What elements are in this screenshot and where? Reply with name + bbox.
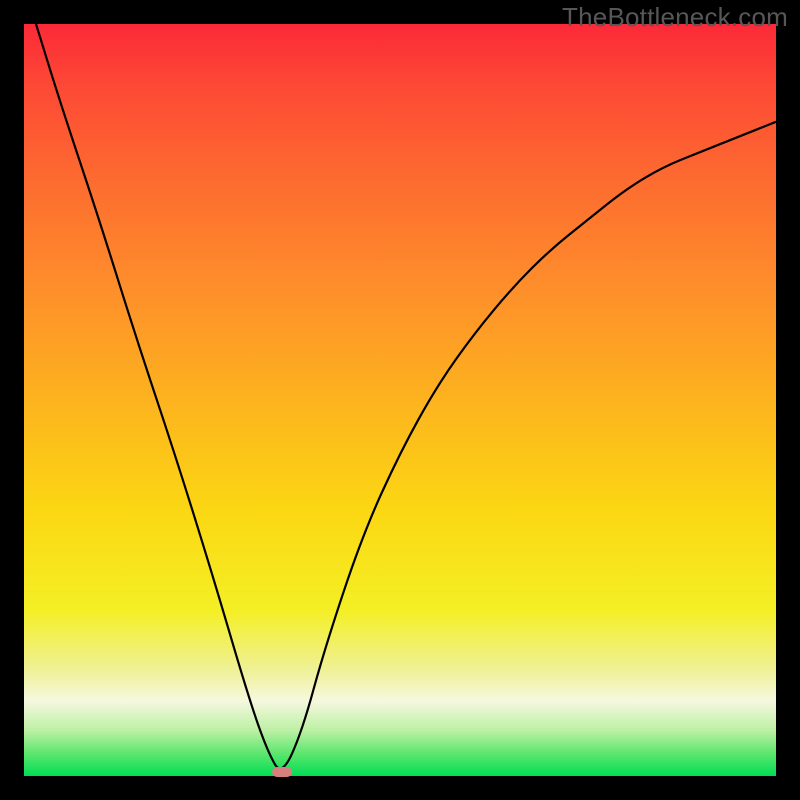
chart-container: TheBottleneck.com [0, 0, 800, 800]
optimal-point-marker [272, 767, 292, 777]
watermark-text: TheBottleneck.com [562, 2, 788, 33]
bottleneck-curve [24, 24, 776, 776]
